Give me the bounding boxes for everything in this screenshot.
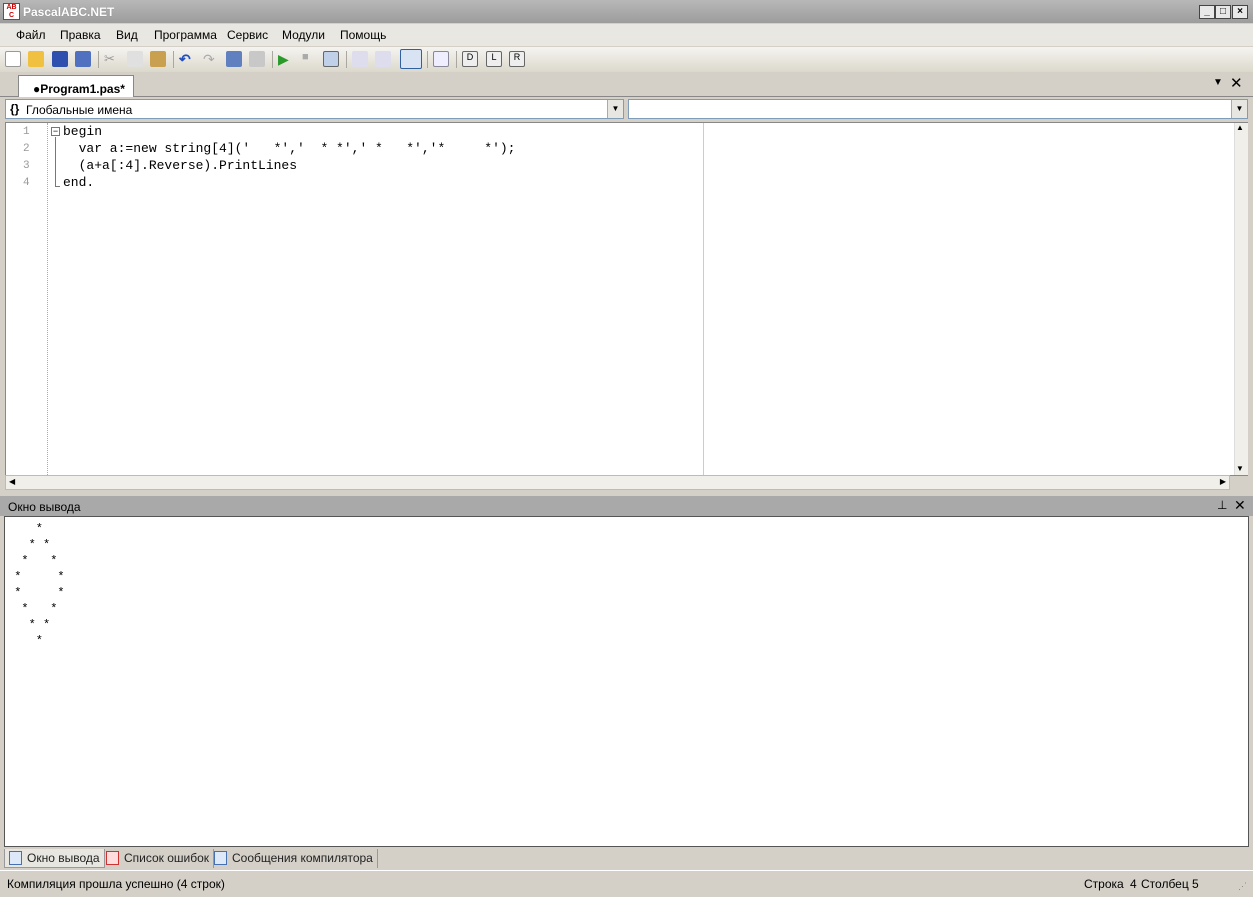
status-message: Компиляция прошла успешно (4 строк) — [7, 877, 225, 891]
scroll-right-icon[interactable]: ▶ — [1220, 477, 1226, 486]
save-icon[interactable] — [52, 51, 68, 67]
scope-combo-value: Глобальные имена — [26, 103, 133, 117]
scroll-left-icon[interactable]: ◀ — [9, 477, 15, 486]
replace-icon[interactable] — [249, 51, 265, 67]
menu-help[interactable]: Помощь — [340, 28, 386, 42]
line-number: 4 — [23, 177, 30, 189]
tab-label: Сообщения компилятора — [232, 851, 373, 865]
tab-program1[interactable]: ●Program1.pas* — [18, 75, 134, 97]
fold-line — [55, 137, 60, 187]
output-text: * * * * * * * * * * * * * * — [14, 522, 65, 648]
fold-collapse-icon[interactable]: − — [51, 127, 60, 136]
save-all-icon[interactable] — [75, 51, 91, 67]
undo-icon[interactable]: ↶ — [179, 51, 195, 67]
step-into-icon[interactable] — [352, 51, 368, 67]
line-number: 1 — [23, 126, 30, 138]
paste-icon[interactable] — [150, 51, 166, 67]
scroll-down-icon[interactable]: ▼ — [1236, 464, 1244, 473]
line-number: 3 — [23, 160, 30, 172]
code-line: begin — [63, 124, 103, 139]
pin-icon[interactable]: ⊥ — [1217, 498, 1227, 512]
row-value: 4 — [1130, 877, 1137, 891]
tab-compiler-messages[interactable]: Сообщения компилятора — [210, 849, 378, 868]
messages-icon — [214, 851, 227, 865]
open-icon[interactable] — [28, 51, 44, 67]
horizontal-scrollbar[interactable]: ◀ ▶ — [5, 475, 1230, 490]
minimize-button[interactable]: _ — [1199, 5, 1215, 19]
member-combo[interactable]: ▼ — [628, 99, 1248, 119]
goto-def-icon[interactable]: D — [462, 51, 478, 67]
row-label: Строка — [1084, 877, 1124, 891]
col-value: 5 — [1192, 877, 1199, 891]
code-line: var a:=new string[4](' *',' * *',' * *',… — [63, 141, 516, 156]
menu-bar: Файл Правка Вид Программа Сервис Модули … — [0, 24, 1253, 46]
redo-icon[interactable]: ↷ — [203, 51, 219, 67]
code-editor[interactable]: 1 2 3 4 − begin var a:=new string[4](' *… — [5, 122, 1248, 476]
output-window-icon[interactable] — [400, 49, 422, 69]
line-number: 2 — [23, 143, 30, 155]
toolbar: ✂ ↶ ↷ ▶ ■ D L R — [0, 47, 1253, 72]
menu-file[interactable]: Файл — [16, 28, 46, 42]
menu-edit[interactable]: Правка — [60, 28, 101, 42]
output-panel-title: Окно вывода — [8, 500, 81, 514]
resize-grip-icon[interactable]: ⋰ — [1238, 881, 1247, 892]
close-tab-icon[interactable]: ✕ — [1230, 74, 1243, 92]
stop-icon[interactable]: ■ — [302, 51, 318, 67]
cut-icon[interactable]: ✂ — [104, 51, 120, 67]
tab-label: Окно вывода — [27, 851, 100, 865]
line-gutter: 1 2 3 4 — [6, 123, 48, 475]
chevron-down-icon[interactable]: ▼ — [1231, 100, 1247, 118]
close-panel-icon[interactable]: ✕ — [1234, 497, 1246, 514]
code-line: (a+a[:4].Reverse).PrintLines — [63, 158, 298, 173]
tab-errors[interactable]: Список ошибок — [102, 849, 215, 868]
copy-icon[interactable] — [127, 51, 143, 67]
output-icon — [9, 851, 22, 865]
code-line: end. — [63, 175, 95, 190]
menu-view[interactable]: Вид — [116, 28, 138, 42]
document-tabs: ●Program1.pas* ▼ ✕ — [0, 72, 1253, 97]
menu-modules[interactable]: Модули — [282, 28, 325, 42]
app-logo-icon: AB C — [3, 3, 20, 20]
menu-program[interactable]: Программа — [154, 28, 217, 42]
find-icon[interactable] — [226, 51, 242, 67]
error-list-icon — [106, 851, 119, 865]
scroll-up-icon[interactable]: ▲ — [1236, 123, 1244, 132]
col-label: Столбец — [1141, 877, 1189, 891]
window-title: PascalABC.NET — [23, 5, 115, 19]
new-file-icon[interactable] — [5, 51, 21, 67]
step-over-icon[interactable] — [375, 51, 391, 67]
tab-output[interactable]: Окно вывода — [4, 849, 105, 868]
tab-list-dropdown-icon[interactable]: ▼ — [1213, 77, 1223, 88]
maximize-button[interactable]: □ — [1215, 5, 1231, 19]
braces-icon: {} — [10, 102, 20, 116]
goto-line-icon[interactable]: L — [486, 51, 502, 67]
close-button[interactable]: × — [1232, 5, 1248, 19]
run-icon[interactable]: ▶ — [278, 51, 294, 67]
title-bar: AB C PascalABC.NET _ □ × — [0, 0, 1253, 23]
goto-realization-icon[interactable]: R — [509, 51, 525, 67]
scope-combo[interactable]: {} Глобальные имена ▼ — [5, 99, 624, 119]
tab-label: Список ошибок — [124, 851, 210, 865]
output-panel-header: Окно вывода ⊥ ✕ — [0, 496, 1253, 516]
menu-service[interactable]: Сервис — [227, 28, 268, 42]
compile-icon[interactable] — [323, 51, 339, 67]
debug-icon[interactable] — [433, 51, 449, 67]
output-window[interactable]: * * * * * * * * * * * * * * — [4, 516, 1249, 847]
vertical-scrollbar[interactable]: ▲ ▼ — [1234, 123, 1248, 475]
navigation-bar: {} Глобальные имена ▼ ▼ — [0, 97, 1253, 121]
status-bar: Компиляция прошла успешно (4 строк) Стро… — [0, 870, 1253, 897]
bottom-tabs: Окно вывода Список ошибок Сообщения комп… — [0, 847, 1253, 869]
editor-split-line — [703, 123, 704, 475]
chevron-down-icon[interactable]: ▼ — [607, 100, 623, 118]
